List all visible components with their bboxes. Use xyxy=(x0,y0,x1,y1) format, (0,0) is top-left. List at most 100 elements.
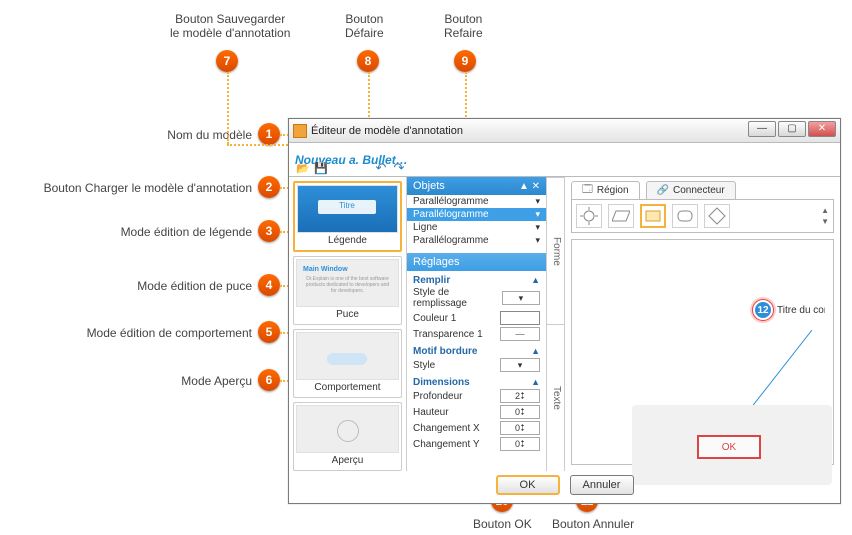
callout-9: 9 xyxy=(454,50,476,72)
annotation-number: 12 xyxy=(753,300,773,320)
titlebar[interactable]: Éditeur de modèle d'annotation — ▢ ✕ xyxy=(289,119,840,143)
connector-icon: 🔗 xyxy=(657,185,669,196)
objects-list: Parallélogramme▾ Parallélogramme▾ Ligne▾… xyxy=(407,195,546,247)
move-down-icon[interactable]: ▾ xyxy=(535,209,540,220)
object-label: Ligne xyxy=(413,222,437,233)
tab-label: Connecteur xyxy=(673,185,725,196)
prop-offset-x: Changement X 0⭥ xyxy=(407,420,546,436)
collapse-icon[interactable]: ▲ xyxy=(531,275,540,286)
label-4: Mode édition de puce xyxy=(104,279,252,293)
callout-1: 1 xyxy=(258,123,280,145)
shape-sun-icon[interactable] xyxy=(576,204,602,228)
object-item[interactable]: Parallélogramme▾ xyxy=(407,208,546,221)
label-11: Bouton Annuler xyxy=(552,517,634,531)
shape-parallelogram-icon[interactable] xyxy=(608,204,634,228)
label-5: Mode édition de comportement xyxy=(46,326,252,340)
callout-3: 3 xyxy=(258,220,280,242)
prop-height: Hauteur 0⭥ xyxy=(407,404,546,420)
shape-roundrect-icon[interactable] xyxy=(672,204,698,228)
object-item[interactable]: Parallélogramme ▾ xyxy=(407,195,546,208)
slider[interactable]: ⎯⎯ xyxy=(500,327,540,341)
minimize-button[interactable]: — xyxy=(748,121,776,137)
tab-connector[interactable]: 🔗 Connecteur xyxy=(646,181,736,199)
objects-actions[interactable]: ▲ ✕ xyxy=(519,181,540,192)
prop-trans1: Transparence 1 ⎯⎯ xyxy=(407,326,546,342)
mode-behavior-preview xyxy=(296,332,399,380)
spinner[interactable]: 0⭥ xyxy=(500,405,540,419)
annotation-bubble[interactable]: 12 Titre du con xyxy=(753,300,825,320)
prop-label: Transparence 1 xyxy=(413,329,483,340)
spinner-value: 2 xyxy=(515,391,520,401)
section-label: Motif bordure xyxy=(413,346,477,357)
tab-label: Région xyxy=(597,185,629,196)
shape-diamond-icon[interactable] xyxy=(704,204,730,228)
section-fill[interactable]: Remplir ▲ xyxy=(407,271,546,286)
redo-button[interactable]: ↷ xyxy=(391,161,407,175)
object-item[interactable]: Parallélogramme▾ xyxy=(407,234,546,247)
mode-thumbnails: 1 Titre Légende 2 Main Window Dr.Explain… xyxy=(289,177,407,471)
canvas[interactable]: 12 Titre du con OK xyxy=(571,239,834,465)
mode-legend-preview: Titre xyxy=(297,185,398,233)
object-item[interactable]: Ligne ▾ xyxy=(407,221,546,234)
section-label: Remplir xyxy=(413,275,450,286)
shape-rectangle-icon[interactable] xyxy=(640,204,666,228)
close-button[interactable]: ✕ xyxy=(808,121,836,137)
label-1: Nom du modèle xyxy=(112,128,252,142)
color-swatch[interactable] xyxy=(500,311,540,325)
mode-bullet[interactable]: 2 Main Window Dr.Explain is one of the b… xyxy=(293,256,402,325)
callout-7: 7 xyxy=(216,50,238,72)
annotation-text: Titre du con xyxy=(777,305,825,316)
ok-button[interactable]: OK xyxy=(496,475,560,495)
move-down-icon[interactable]: ▾ xyxy=(535,222,540,233)
dropdown[interactable]: ▾ xyxy=(500,358,540,372)
tab-region[interactable]: 🗔 Région xyxy=(571,181,640,199)
mode-bullet-preview: Main Window Dr.Explain is one of the bes… xyxy=(296,259,399,307)
toolbar: Nouveau a. Bullet + Fra... 📂 💾 ↶ ↷ xyxy=(289,143,840,177)
callout-2: 2 xyxy=(258,176,280,198)
side-tab-text[interactable]: Texte xyxy=(547,324,564,471)
mode-behavior[interactable]: 3 Comportement xyxy=(293,329,402,398)
prop-label: Changement X xyxy=(413,423,480,434)
scroll-down-icon[interactable]: ▼ xyxy=(821,217,829,226)
section-label: Dimensions xyxy=(413,377,470,388)
objects-title: Objets xyxy=(413,180,445,192)
mode-legend[interactable]: 1 Titre Légende xyxy=(293,181,402,252)
mode-preview-preview xyxy=(296,405,399,453)
prop-label: Hauteur xyxy=(413,407,449,418)
side-tab-shape[interactable]: Forme xyxy=(547,177,564,324)
callout-6: 6 xyxy=(258,369,280,391)
save-model-button[interactable]: 💾 xyxy=(313,161,329,175)
region-icon: 🗔 xyxy=(582,182,593,199)
prop-color1: Couleur 1 xyxy=(407,310,546,326)
label-6: Mode Aperçu xyxy=(162,374,252,388)
spinner[interactable]: 2⭥ xyxy=(500,389,540,403)
settings-header: Réglages xyxy=(407,253,546,271)
spinner[interactable]: 0⭥ xyxy=(500,421,540,435)
load-model-button[interactable]: 📂 xyxy=(295,161,311,175)
prop-fill-style: Style de remplissage ▾ xyxy=(407,286,546,310)
mode-caption: Aperçu xyxy=(294,455,401,466)
section-dimensions[interactable]: Dimensions ▲ xyxy=(407,373,546,388)
label-2: Bouton Charger le modèle d'annotation xyxy=(8,181,252,195)
side-tabs: Forme Texte xyxy=(547,177,565,471)
mode-preview[interactable]: 4 Aperçu xyxy=(293,402,402,471)
undo-button[interactable]: ↶ xyxy=(373,161,389,175)
dropdown[interactable]: ▾ xyxy=(502,291,540,305)
prop-border-style: Style ▾ xyxy=(407,357,546,373)
move-down-icon[interactable]: ▾ xyxy=(535,235,540,246)
spinner[interactable]: 0⭥ xyxy=(500,437,540,451)
prop-label: Style de remplissage xyxy=(413,287,502,309)
maximize-button[interactable]: ▢ xyxy=(778,121,806,137)
object-label: Parallélogramme xyxy=(413,196,489,207)
spinner-value: 0 xyxy=(515,423,520,433)
collapse-icon[interactable]: ▲ xyxy=(531,377,540,388)
canvas-ok-shape[interactable]: OK xyxy=(697,435,761,459)
prop-label: Style xyxy=(413,360,435,371)
scroll-up-icon[interactable]: ▲ xyxy=(821,206,829,215)
move-down-icon[interactable]: ▾ xyxy=(535,196,540,207)
mode-caption: Comportement xyxy=(294,382,401,393)
spinner-value: 0 xyxy=(515,439,520,449)
cancel-button[interactable]: Annuler xyxy=(570,475,634,495)
collapse-icon[interactable]: ▲ xyxy=(531,346,540,357)
section-border[interactable]: Motif bordure ▲ xyxy=(407,342,546,357)
